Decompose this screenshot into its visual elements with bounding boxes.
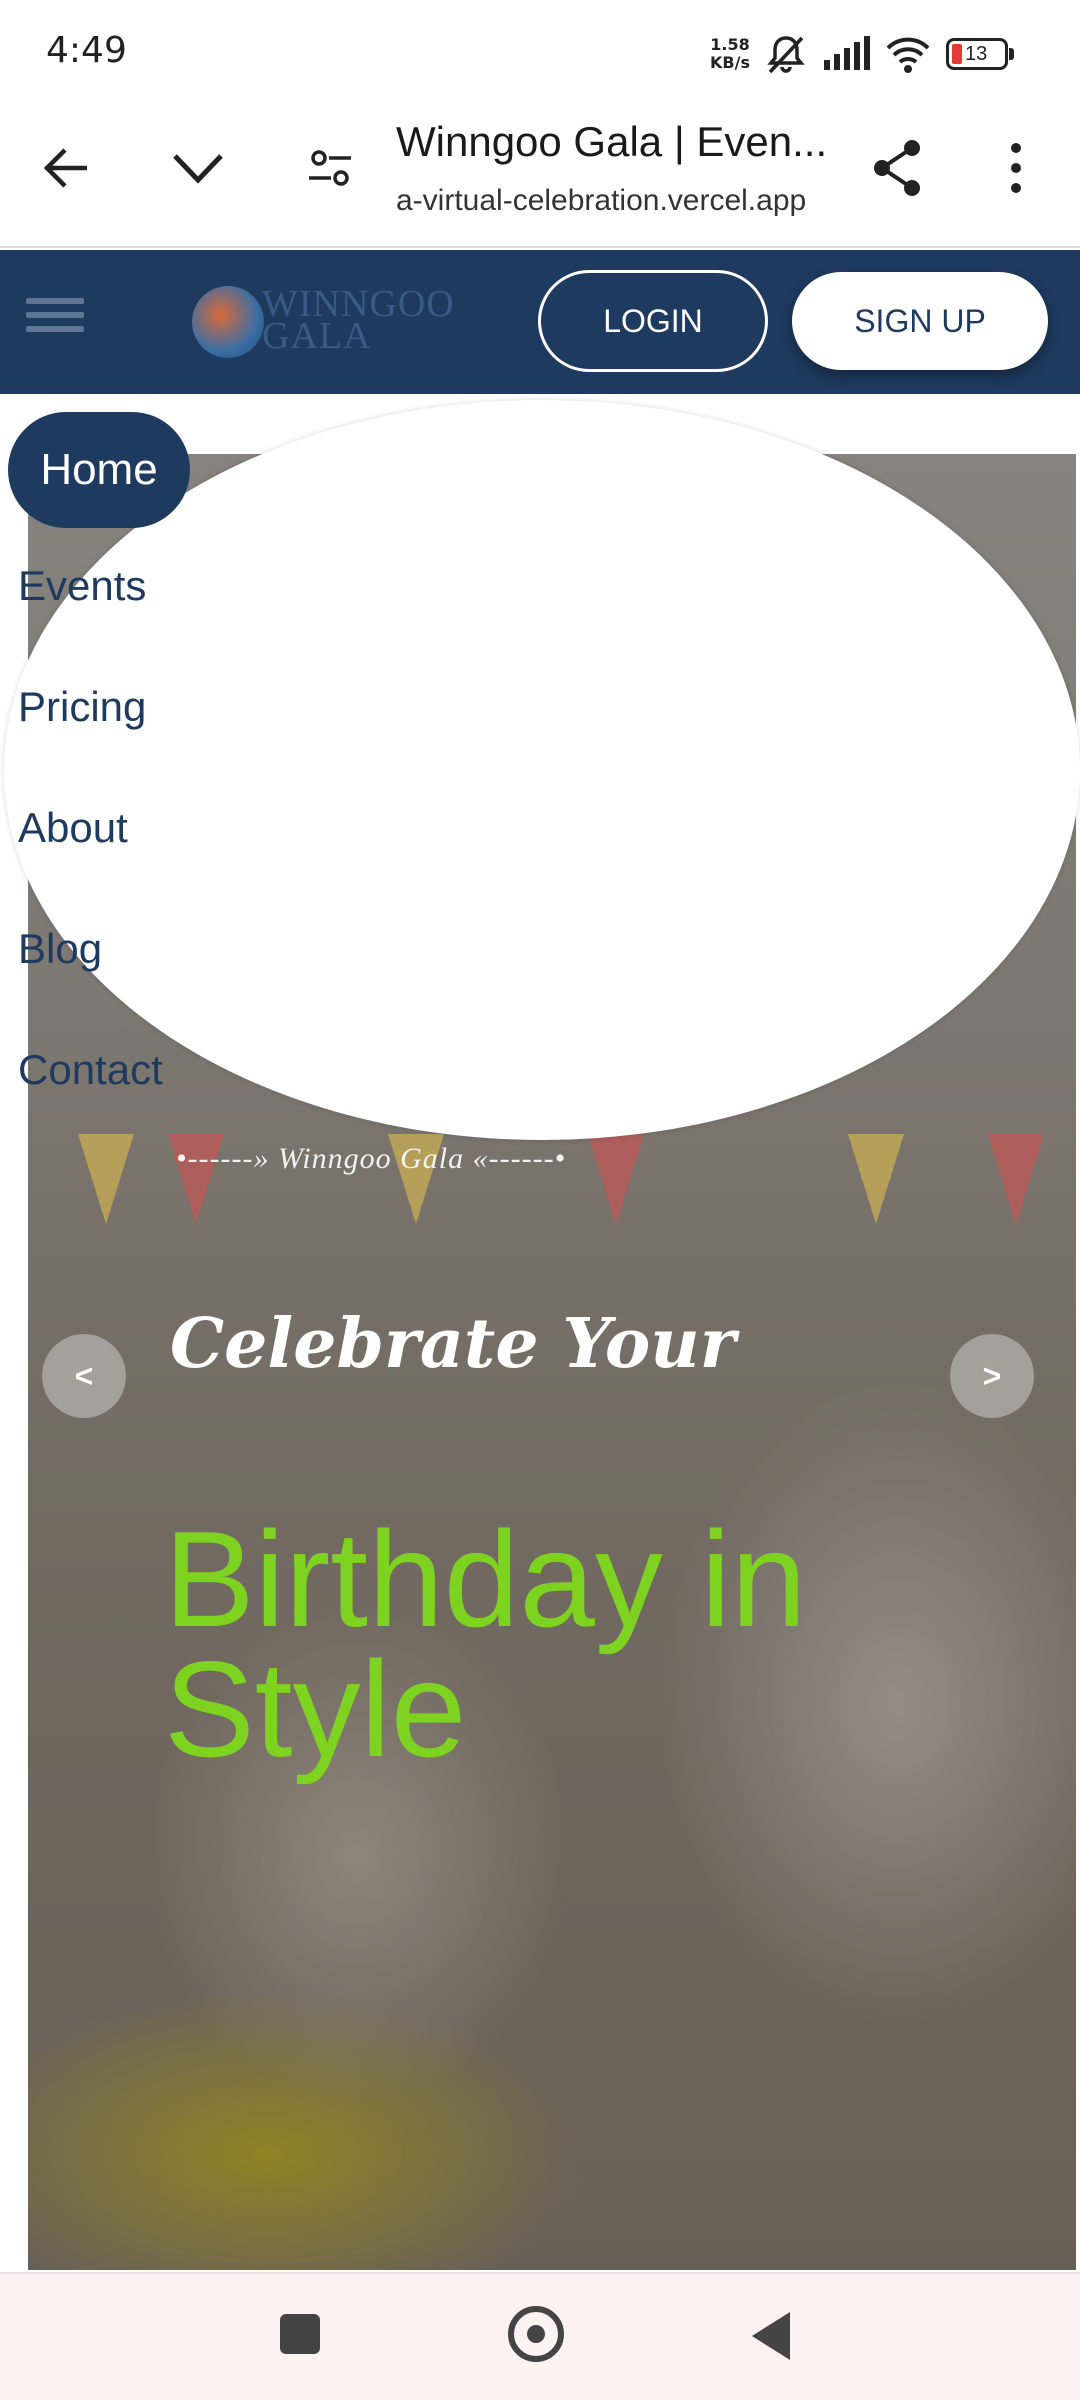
- carousel-prev-button[interactable]: <: [42, 1334, 126, 1418]
- nav-item-home[interactable]: Home: [8, 412, 190, 528]
- network-speed-unit: KB/s: [710, 53, 750, 72]
- login-button[interactable]: LOGIN: [538, 270, 768, 372]
- globe-icon: [192, 286, 264, 358]
- carousel-next-button[interactable]: >: [950, 1334, 1034, 1418]
- site-logo[interactable]: WINNGOO GALA: [192, 282, 472, 358]
- muted-bell-icon: [764, 32, 808, 81]
- battery-tip: [1009, 48, 1014, 60]
- recents-icon[interactable]: [280, 2314, 320, 2354]
- nav-item-events[interactable]: Events: [18, 562, 146, 610]
- network-speed: 1.58 KB/s: [710, 36, 750, 72]
- tune-icon[interactable]: [298, 136, 362, 200]
- bunting-flag: [588, 1134, 644, 1224]
- nav-item-about[interactable]: About: [18, 804, 128, 852]
- hero-script-text: Celebrate Your: [170, 1304, 736, 1384]
- battery-icon: 13: [946, 38, 1008, 70]
- bunting-flag: [78, 1134, 134, 1224]
- hero-tagline: •------» Winngoo Gala «------•: [176, 1142, 567, 1175]
- hero-headline: Birthday in Style: [164, 1503, 807, 1785]
- signup-button[interactable]: SIGN UP: [792, 272, 1048, 370]
- battery-level-fill: [952, 44, 962, 64]
- page-title[interactable]: Winngoo Gala | Even...: [396, 118, 836, 166]
- system-navigation-bar: [0, 2272, 1080, 2400]
- bunting-flag: [988, 1134, 1044, 1224]
- signal-icon: [822, 36, 872, 77]
- more-vert-icon[interactable]: [984, 136, 1048, 200]
- chevron-down-icon[interactable]: [166, 136, 230, 200]
- home-icon[interactable]: [508, 2306, 564, 2362]
- hamburger-menu-icon[interactable]: [26, 298, 86, 346]
- logo-text: WINNGOO GALA: [262, 285, 455, 355]
- page-url[interactable]: a-virtual-celebration.vercel.app: [396, 184, 836, 218]
- status-bar: 4:49 1.58 KB/s 13: [0, 0, 1080, 100]
- nav-item-contact[interactable]: Contact: [18, 1046, 163, 1094]
- back-arrow-icon[interactable]: [34, 136, 98, 200]
- site-header: WINNGOO GALA LOGIN SIGN UP: [0, 250, 1080, 394]
- wifi-icon: [884, 34, 932, 79]
- share-icon[interactable]: [866, 136, 930, 200]
- network-speed-value: 1.58: [710, 35, 750, 54]
- bunting-flag: [848, 1134, 904, 1224]
- nav-item-blog[interactable]: Blog: [18, 925, 102, 973]
- status-time: 4:49: [46, 30, 127, 71]
- battery-level-text: 13: [965, 43, 988, 65]
- nav-item-pricing[interactable]: Pricing: [18, 683, 146, 731]
- back-triangle-icon[interactable]: [752, 2312, 790, 2360]
